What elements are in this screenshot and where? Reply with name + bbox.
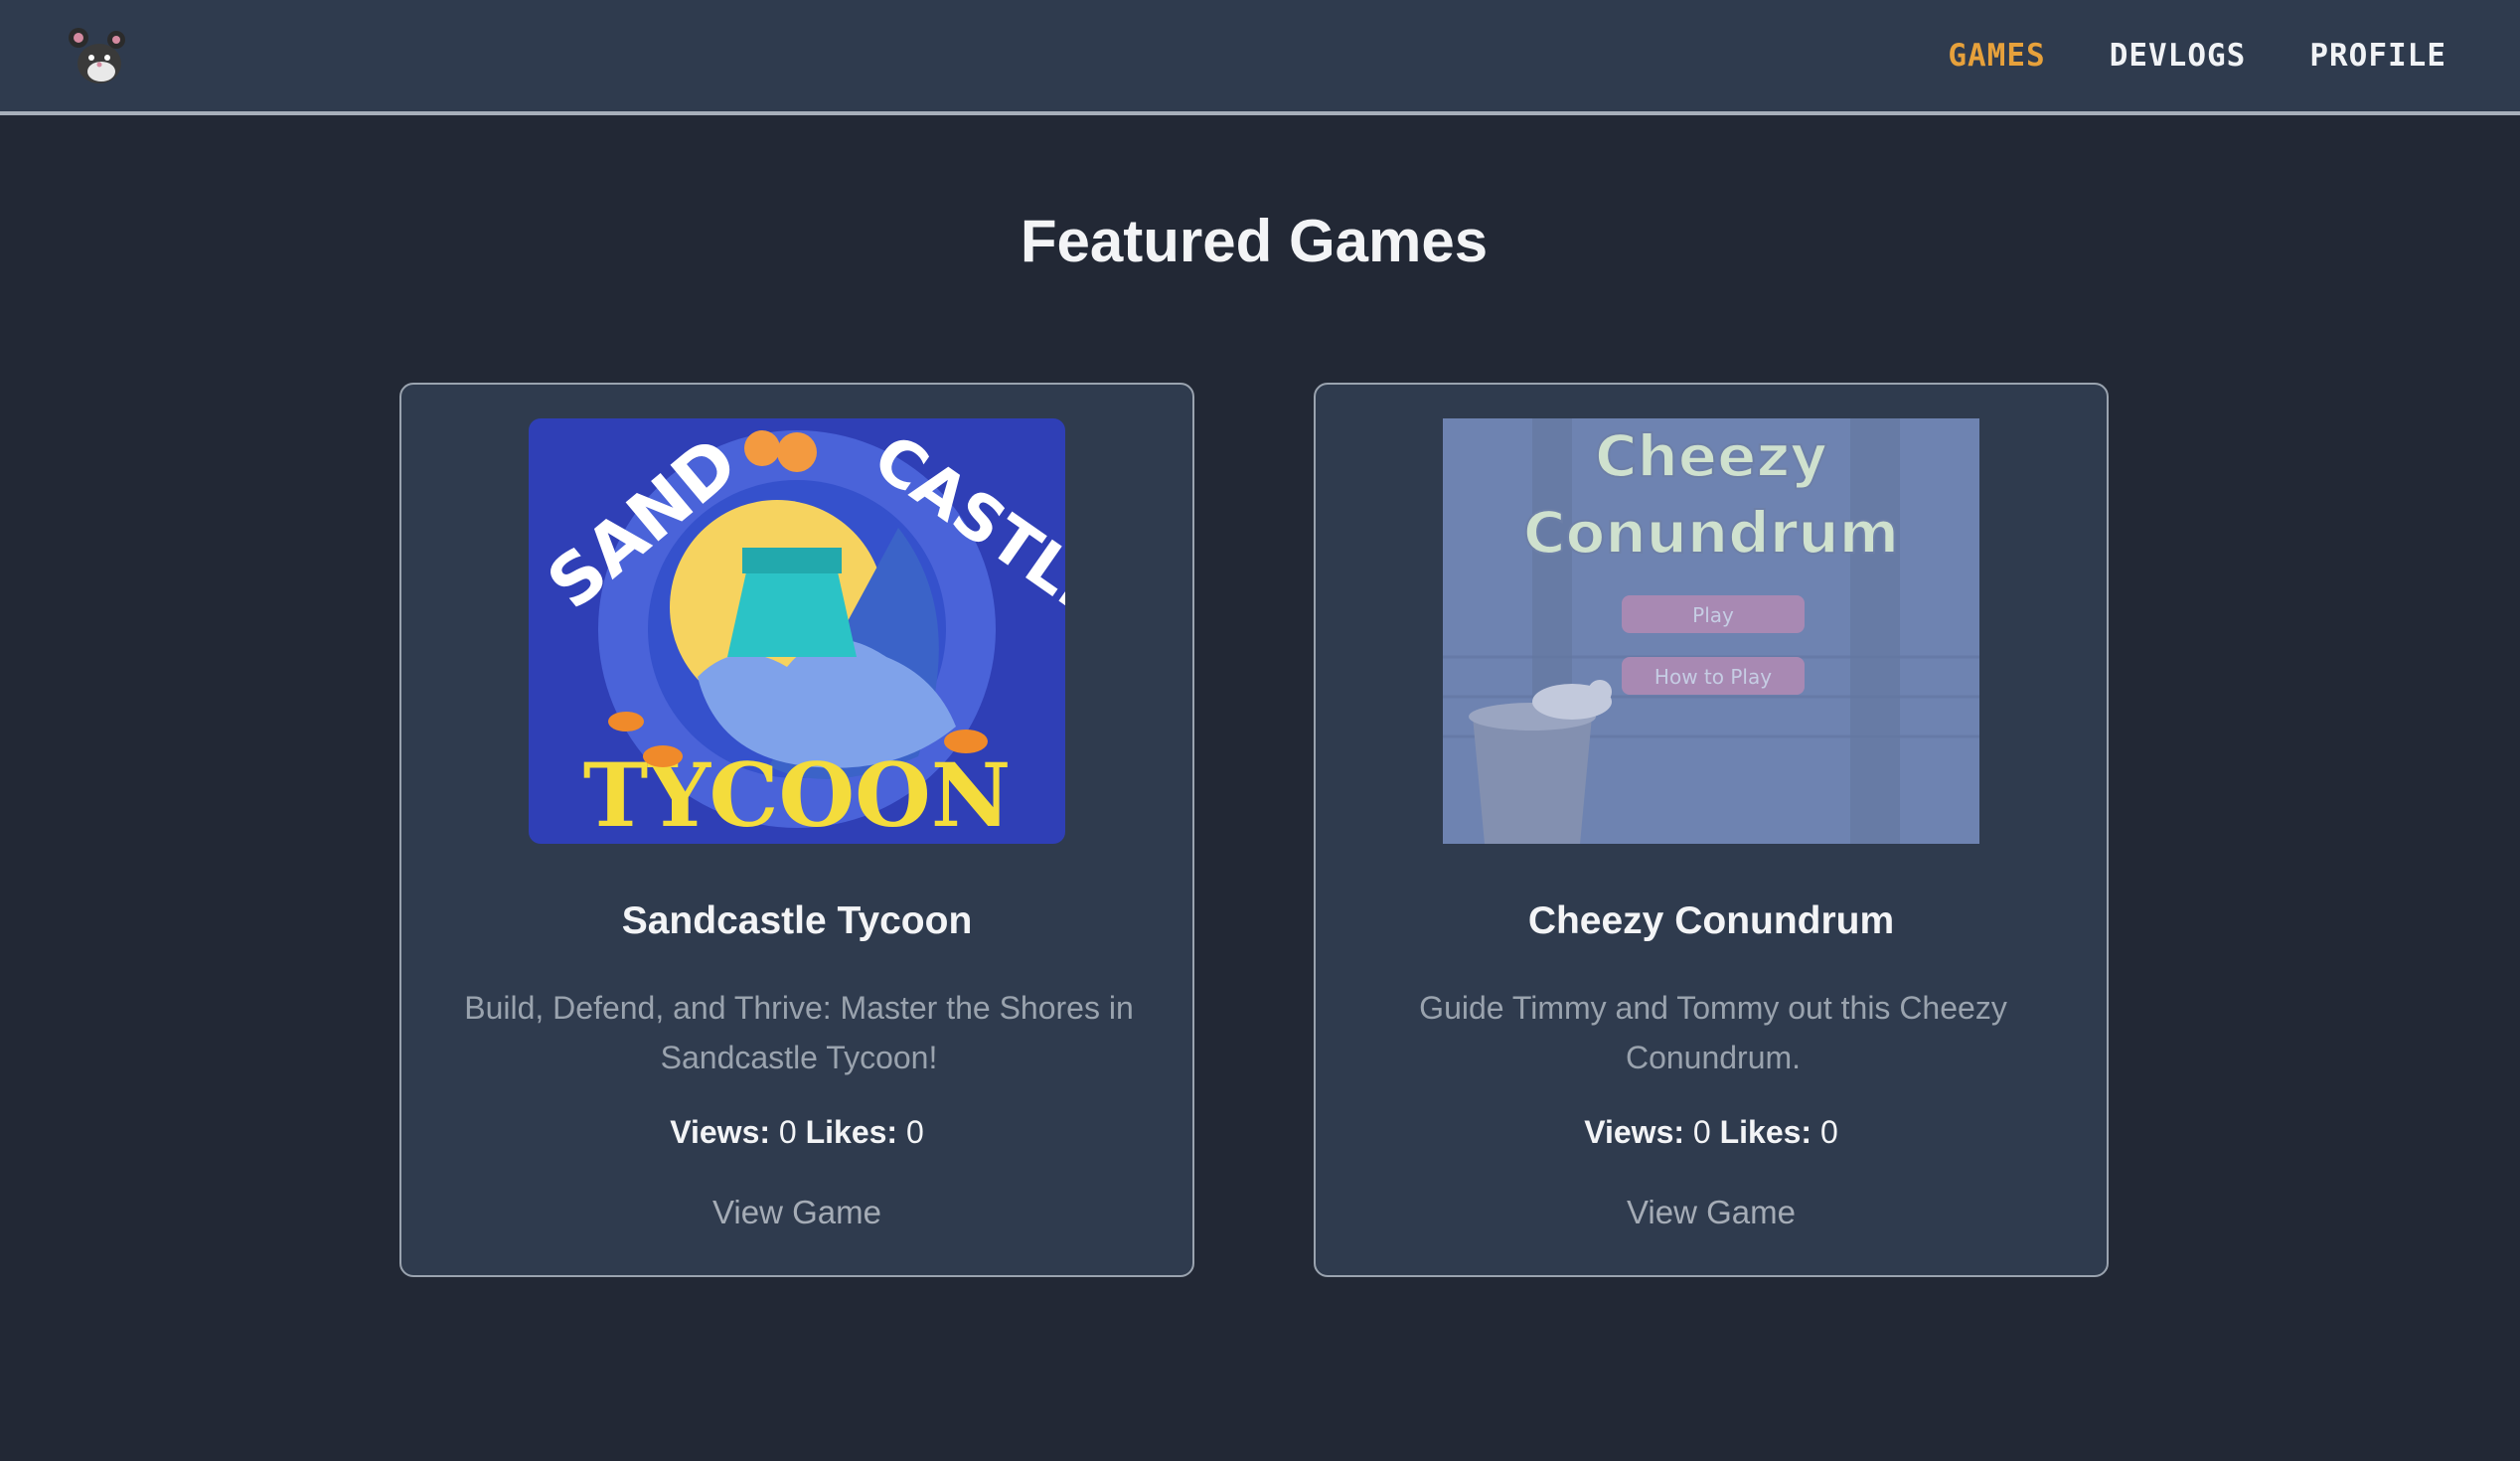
view-game-link[interactable]: View Game [401, 1194, 1192, 1231]
game-thumbnail[interactable]: Cheezy Conundrum Play How to Play [1443, 418, 1979, 844]
games-grid: SAND CASTLE TYCOON Sandcastle Tycoon Bui… [399, 383, 2109, 1277]
nav-profile-link[interactable]: PROFILE [2309, 38, 2446, 74]
game-title: Sandcastle Tycoon [621, 899, 973, 942]
view-game-link[interactable]: View Game [1316, 1194, 2107, 1231]
game-card-cheezy-conundrum: Cheezy Conundrum Play How to Play Cheezy… [1314, 383, 2109, 1277]
likes-label: Likes: [1719, 1114, 1812, 1150]
views-label: Views: [1584, 1114, 1685, 1150]
views-count: 0 [778, 1114, 797, 1150]
game-description: Guide Timmy and Tommy out this Cheezy Co… [1419, 990, 2007, 1075]
game-card-sandcastle-tycoon: SAND CASTLE TYCOON Sandcastle Tycoon Bui… [399, 383, 1194, 1277]
rat-mascot-logo-icon[interactable] [66, 24, 133, 91]
svg-text:Conundrum: Conundrum [1523, 499, 1899, 567]
views-count: 0 [1692, 1114, 1711, 1150]
game-stats: Views: 0 Likes: 0 [401, 1114, 1192, 1151]
views-label: Views: [670, 1114, 771, 1150]
game-thumbnail[interactable]: SAND CASTLE TYCOON [529, 418, 1065, 844]
svg-text:Play: Play [1692, 603, 1734, 627]
likes-count: 0 [1819, 1114, 1838, 1150]
svg-text:Cheezy: Cheezy [1595, 422, 1827, 490]
likes-label: Likes: [805, 1114, 898, 1150]
nav-games-link[interactable]: GAMES [1948, 38, 2045, 74]
game-stats: Views: 0 Likes: 0 [1316, 1114, 2107, 1151]
page-title: Featured Games [1020, 208, 1489, 274]
top-navbar: GAMES DEVLOGS PROFILE [0, 0, 2520, 115]
main-nav: GAMES DEVLOGS PROFILE [1948, 0, 2446, 111]
game-title: Cheezy Conundrum [1527, 899, 1895, 942]
svg-text:How to Play: How to Play [1654, 665, 1772, 689]
likes-count: 0 [905, 1114, 924, 1150]
nav-devlogs-link[interactable]: DEVLOGS [2110, 38, 2247, 74]
game-description: Build, Defend, and Thrive: Master the Sh… [464, 990, 1134, 1075]
